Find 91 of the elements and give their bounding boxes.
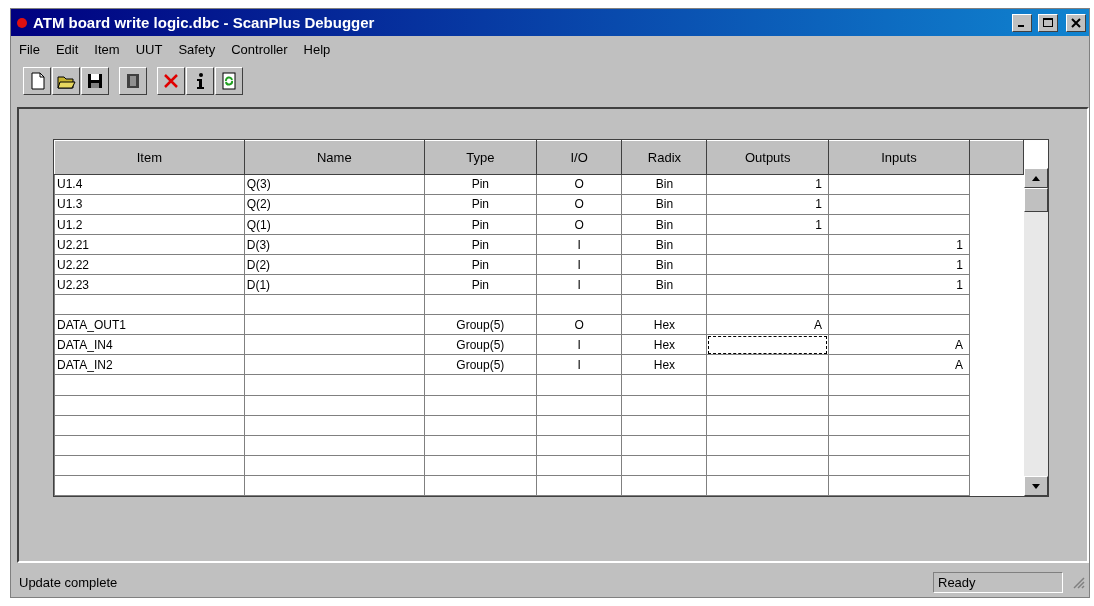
table-cell: Pin — [424, 254, 537, 275]
table-cell: 1 — [828, 274, 970, 295]
table-cell: D(1) — [244, 274, 425, 295]
menu-item[interactable]: Safety — [178, 42, 216, 57]
scroll-thumb[interactable] — [1024, 188, 1048, 212]
table-cell: O — [536, 174, 622, 195]
table-cell: D(2) — [244, 254, 425, 275]
scroll-down-button[interactable] — [1024, 476, 1048, 496]
table-cell: I — [536, 234, 622, 255]
table-cell: 1 — [706, 214, 829, 235]
info-button[interactable] — [186, 67, 214, 95]
table-cell: I — [536, 254, 622, 275]
table-cell: Bin — [621, 194, 707, 215]
maximize-icon — [1043, 17, 1053, 28]
table-cell: A — [828, 334, 970, 355]
table-cell: A — [706, 314, 829, 335]
column-header[interactable]: Type — [424, 140, 537, 175]
table-cell: U1.4 — [54, 174, 245, 195]
scroll-up-button[interactable] — [1024, 168, 1048, 188]
table-cell: Pin — [424, 194, 537, 215]
menu-item[interactable]: Help — [303, 42, 331, 57]
table-cell: 1 — [828, 234, 970, 255]
table-cell: O — [536, 314, 622, 335]
save-button[interactable] — [81, 67, 109, 95]
menu-item[interactable]: File — [19, 42, 40, 57]
new-file-button[interactable] — [23, 67, 51, 95]
table-cell: 1 — [706, 174, 829, 195]
status-message: Update complete — [19, 574, 119, 590]
menu-item[interactable]: Item — [94, 42, 120, 57]
maximize-button[interactable] — [1038, 13, 1058, 32]
table-cell: I — [536, 334, 622, 355]
open-folder-button[interactable] — [52, 67, 80, 95]
app-icon — [17, 17, 27, 28]
menu-item[interactable]: Edit — [55, 42, 79, 57]
table-cell: D(3) — [244, 234, 425, 255]
delete-button[interactable] — [157, 67, 185, 95]
table-cell: Hex — [621, 354, 707, 375]
menu-item[interactable]: UUT — [135, 42, 163, 57]
down-arrow-icon — [1032, 483, 1040, 489]
table-cell: Bin — [621, 174, 707, 195]
minimize-icon — [1017, 24, 1024, 27]
table-cell: 1 — [706, 194, 829, 215]
close-icon — [1071, 17, 1081, 28]
table-cell: Q(2) — [244, 194, 425, 215]
table-cell: Bin — [621, 234, 707, 255]
table-cell: Group(5) — [424, 314, 537, 335]
table-cell: U2.21 — [54, 234, 245, 255]
table-cell: U2.22 — [54, 254, 245, 275]
table-cell: A — [828, 354, 970, 375]
table-cell: 1 — [828, 254, 970, 275]
table-cell: U1.2 — [54, 214, 245, 235]
column-header[interactable]: Name — [244, 140, 425, 175]
table-cell: O — [536, 194, 622, 215]
resize-grip-icon[interactable] — [1071, 575, 1085, 589]
window-title: ATM board write logic.dbc - ScanPlus Debugger — [33, 14, 376, 31]
refresh-button[interactable] — [215, 67, 243, 95]
column-header[interactable]: Inputs — [828, 140, 970, 175]
table-cell: Bin — [621, 254, 707, 275]
table-cell: O — [536, 214, 622, 235]
scrollbar[interactable] — [1024, 168, 1048, 496]
table-cell: Q(1) — [244, 214, 425, 235]
table-cell: Pin — [424, 214, 537, 235]
table-cell: DATA_IN2 — [54, 354, 245, 375]
table-cell: Bin — [621, 214, 707, 235]
table-cell: Pin — [424, 174, 537, 195]
table-cell: Bin — [621, 274, 707, 295]
table-cell: DATA_IN4 — [54, 334, 245, 355]
table-cell: Group(5) — [424, 334, 537, 355]
status-panel: Ready — [933, 571, 1063, 593]
table-cell: Pin — [424, 274, 537, 295]
column-header[interactable]: Item — [54, 140, 245, 175]
column-header[interactable]: Outputs — [706, 140, 829, 175]
save-icon — [85, 71, 105, 91]
up-arrow-icon — [1032, 175, 1040, 181]
menu-item[interactable]: Controller — [231, 42, 288, 57]
table-cell: Pin — [424, 234, 537, 255]
close-button[interactable] — [1066, 13, 1086, 32]
table-cell: I — [536, 354, 622, 375]
table-cell: DATA_OUT1 — [54, 314, 245, 335]
table-cell: I — [536, 274, 622, 295]
table-cell: U1.3 — [54, 194, 245, 215]
film-button[interactable] — [119, 67, 147, 95]
table-cell: Hex — [621, 334, 707, 355]
table-cell: U2.23 — [54, 274, 245, 295]
refresh-icon — [219, 71, 239, 91]
column-header[interactable]: I/O — [536, 140, 622, 175]
table-cell: Q(3) — [244, 174, 425, 195]
minimize-button[interactable] — [1012, 13, 1032, 32]
column-header[interactable]: Radix — [621, 140, 707, 175]
table-cell: Group(5) — [424, 354, 537, 375]
table-cell: Hex — [621, 314, 707, 335]
